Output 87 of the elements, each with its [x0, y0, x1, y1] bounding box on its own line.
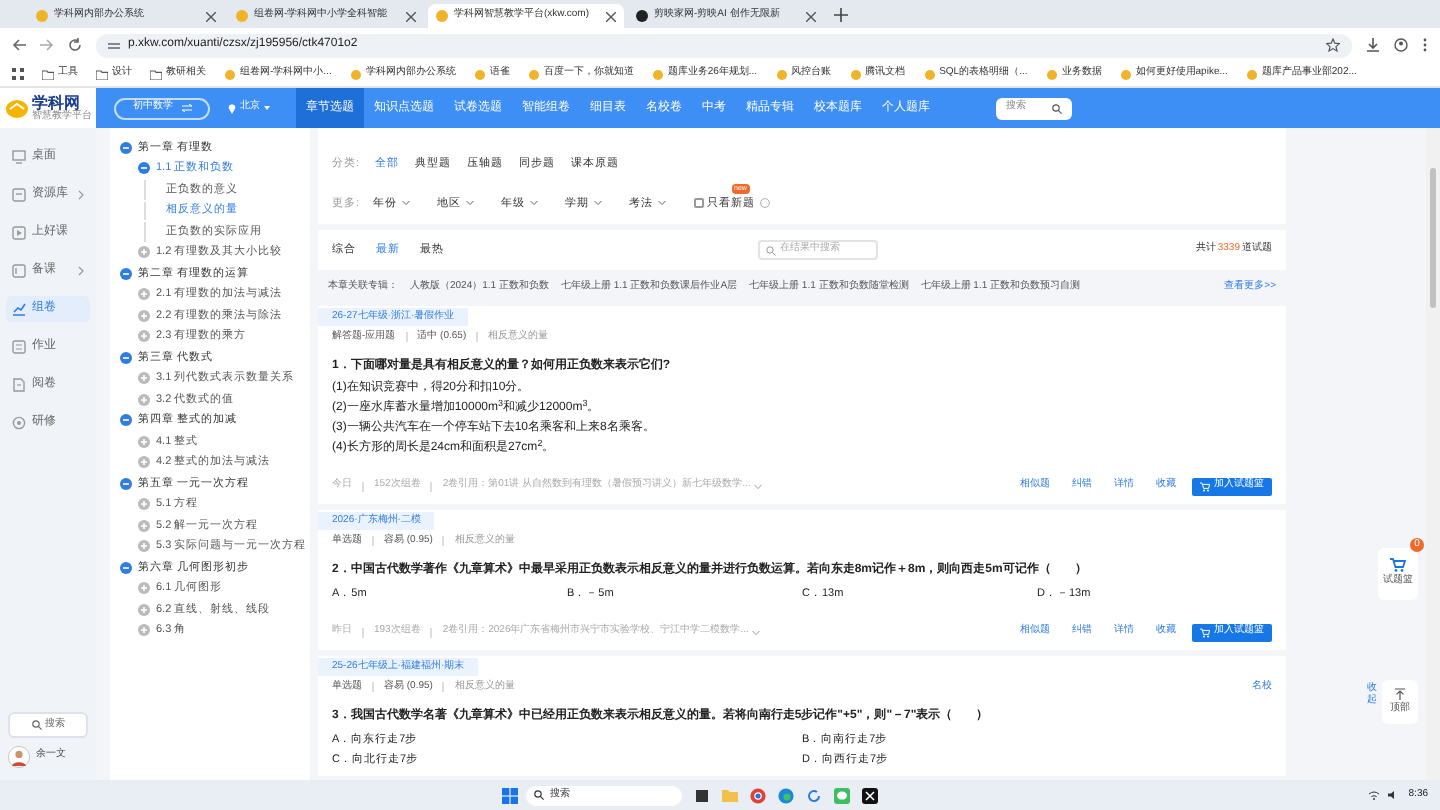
site-icon [849, 69, 862, 79]
collapse-icon[interactable] [120, 267, 132, 280]
site-icon [775, 69, 788, 79]
windows-icon [502, 787, 519, 803]
cart-icon [1200, 481, 1210, 491]
profile-icon [1394, 38, 1408, 52]
help-icon [759, 198, 770, 209]
new-tab-icon [834, 8, 848, 22]
collapse-icon[interactable] [138, 162, 150, 175]
search-icon [31, 720, 41, 730]
refresh-icon[interactable] [806, 787, 823, 803]
chevron-down-icon [752, 629, 761, 635]
chevron-down-icon [401, 200, 410, 207]
expand-icon[interactable] [138, 582, 150, 595]
chevron-down-icon [465, 200, 474, 207]
site-icon [436, 10, 448, 22]
site-icon [36, 10, 48, 22]
cart-icon [1390, 558, 1406, 573]
cart-icon [1200, 627, 1210, 637]
avatar-icon [8, 745, 30, 767]
chevron-down-icon [754, 483, 763, 489]
square-icon[interactable] [694, 787, 711, 803]
chart-icon [12, 302, 26, 316]
forward-icon [40, 38, 54, 52]
collapse-icon[interactable] [120, 414, 132, 427]
site-icon [636, 10, 648, 22]
expand-icon[interactable] [138, 540, 150, 553]
expand-icon[interactable] [138, 330, 150, 343]
collapse-icon[interactable] [120, 351, 132, 364]
collapse-icon[interactable] [120, 141, 132, 154]
collapse-icon[interactable] [120, 561, 132, 574]
expand-icon[interactable] [138, 246, 150, 259]
expand-icon[interactable] [138, 456, 150, 469]
chevron-icon [78, 266, 84, 276]
checkbox[interactable] [693, 198, 704, 209]
site-icon [349, 69, 362, 79]
site-icon [1045, 69, 1058, 79]
close-icon [406, 11, 416, 21]
chevron-down-icon [657, 200, 666, 207]
scrollbar-thumb[interactable] [1430, 168, 1436, 308]
search-icon [766, 245, 776, 255]
play-icon [12, 226, 26, 240]
back-icon [12, 38, 26, 52]
download-icon [1366, 38, 1380, 52]
collapse-icon[interactable] [120, 477, 132, 490]
more-icon [1422, 38, 1428, 52]
location-icon [228, 103, 236, 113]
logo-text: 学科网 [32, 95, 80, 111]
chevron-down-icon [593, 200, 602, 207]
expand-icon[interactable] [138, 435, 150, 448]
site-icon [651, 69, 664, 79]
close-icon [606, 11, 616, 21]
site-icon [1119, 69, 1132, 79]
site-icon [923, 69, 936, 79]
expand-icon[interactable] [138, 624, 150, 637]
search-icon [534, 790, 545, 800]
search-icon [1052, 103, 1062, 113]
chat-icon[interactable] [834, 787, 851, 803]
arrow-up-icon [1394, 687, 1406, 700]
monitor-icon [12, 150, 26, 164]
chevron-down-icon [529, 200, 538, 207]
expand-icon[interactable] [138, 519, 150, 532]
site-icon [236, 10, 248, 22]
swap-icon [181, 104, 191, 112]
site-icon [473, 69, 486, 79]
expand-icon[interactable] [138, 498, 150, 511]
expand-icon[interactable] [138, 603, 150, 616]
wifi-icon [1368, 790, 1381, 800]
expand-icon[interactable] [138, 372, 150, 385]
site-icon [224, 69, 236, 79]
list-icon [12, 340, 26, 354]
site-info-icon [108, 39, 120, 51]
logo-icon [6, 99, 28, 117]
chevron-icon [78, 190, 84, 200]
expand-icon[interactable] [138, 393, 150, 406]
close-icon [206, 11, 216, 21]
star-icon [1326, 38, 1340, 52]
expand-icon[interactable] [138, 288, 150, 301]
document-icon [12, 378, 26, 392]
caret-icon [264, 106, 270, 110]
target-icon [12, 416, 26, 430]
site-icon [1245, 69, 1258, 79]
close-icon [806, 11, 816, 21]
site-icon [527, 69, 540, 79]
reload-icon [68, 38, 82, 52]
apps-icon [12, 68, 24, 80]
expand-icon[interactable] [138, 309, 150, 322]
